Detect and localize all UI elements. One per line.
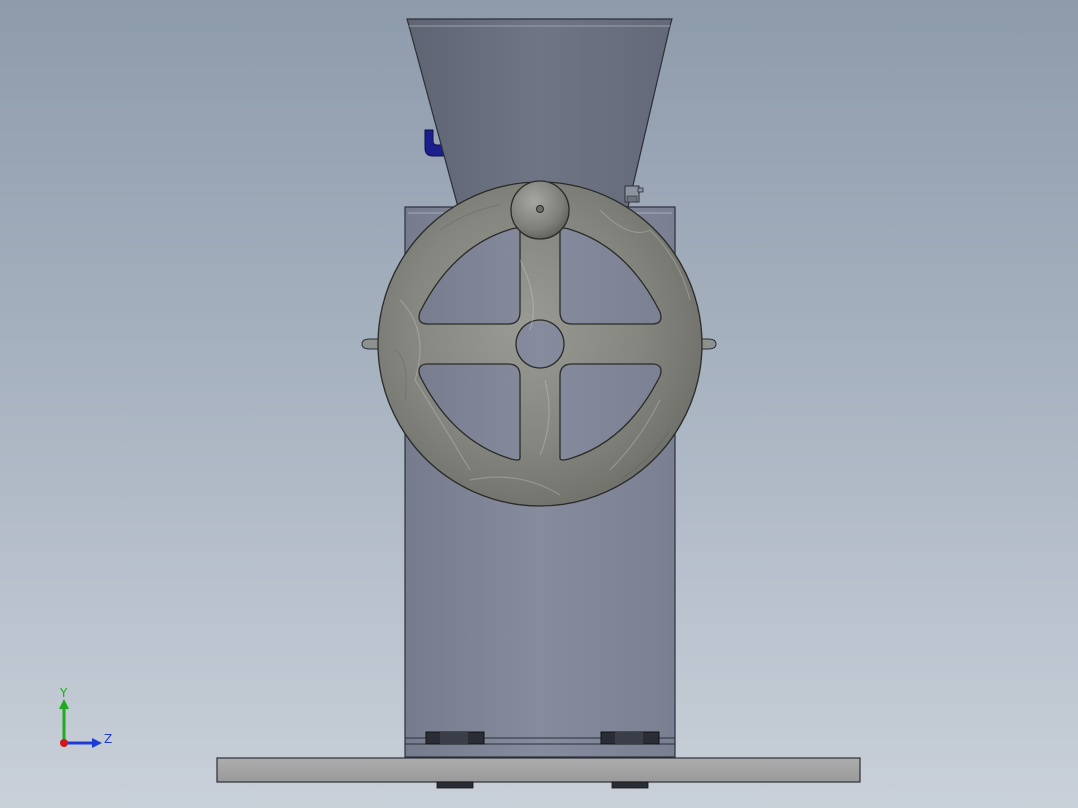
- triad-origin: [60, 739, 68, 747]
- orientation-triad: Y Z: [59, 686, 112, 748]
- grinder-model[interactable]: [0, 0, 1078, 808]
- y-axis-arrow: [59, 699, 69, 709]
- base-plate[interactable]: [216, 757, 861, 789]
- cad-viewport[interactable]: Y Z: [0, 0, 1078, 808]
- hopper-bolt: [624, 185, 644, 203]
- triad-arc: [64, 724, 86, 743]
- y-axis-label: Y: [59, 686, 68, 700]
- hopper[interactable]: [406, 18, 673, 208]
- z-axis-arrow: [92, 738, 102, 748]
- wheel-knob[interactable]: [510, 180, 570, 240]
- z-axis-label: Z: [104, 732, 112, 746]
